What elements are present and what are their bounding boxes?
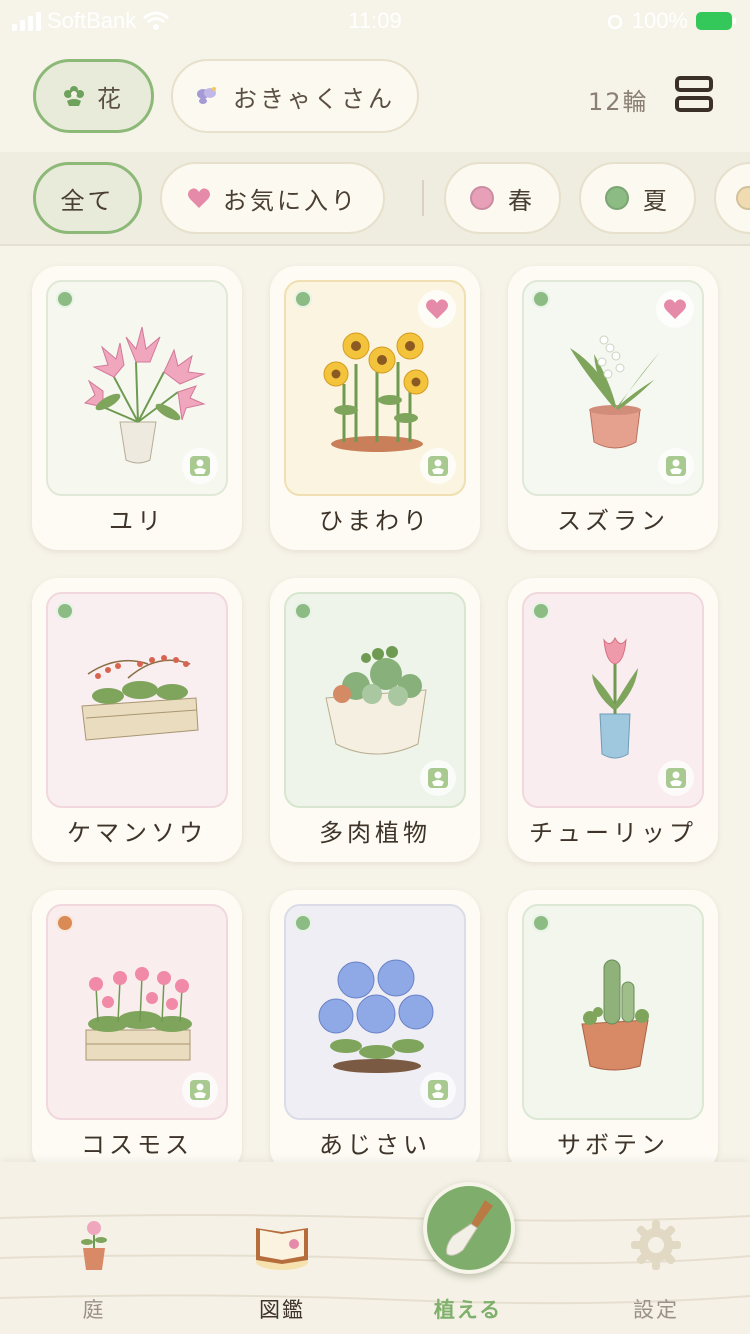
category-guest-button[interactable]: おきゃくさん xyxy=(171,59,419,133)
autumn-dot-icon xyxy=(735,186,750,210)
plant-name: サボテン xyxy=(557,1131,669,1159)
status-dot xyxy=(294,914,312,932)
cactus-illustration xyxy=(581,959,649,1071)
status-dot xyxy=(56,602,74,620)
plant-name: コスモス xyxy=(81,1131,193,1159)
tab-encyclopedia[interactable]: 図鑑 xyxy=(222,1212,342,1322)
plant-image xyxy=(522,904,704,1120)
tab-encyclopedia-label: 図鑑 xyxy=(259,1298,305,1322)
plant-fab-button[interactable] xyxy=(423,1182,515,1274)
plant-status-icon xyxy=(658,448,694,484)
plant-name: ユリ xyxy=(109,507,165,535)
status-dot xyxy=(532,602,550,620)
layout-icon xyxy=(675,76,713,92)
status-dot xyxy=(532,914,550,932)
status-dot xyxy=(56,914,74,932)
layout-toggle-button[interactable] xyxy=(672,76,716,116)
status-dot xyxy=(56,290,74,308)
status-bar: SoftBank 11:09 100% xyxy=(0,0,750,40)
filter-more-chip[interactable] xyxy=(714,162,750,234)
spring-dot-icon xyxy=(470,186,494,210)
heart-icon xyxy=(188,188,210,208)
plant-name: ケマンソウ xyxy=(67,819,207,847)
plant-grid: ユリ ひまわり スズラン ケマンソウ 多肉植物 チューリップ コスモス あじさい… xyxy=(0,246,750,1162)
summer-dot-icon xyxy=(605,186,629,210)
header: 花 おきゃくさん 12輪 xyxy=(0,40,750,152)
tab-bar: 庭 図鑑 植える 設定 xyxy=(0,1162,750,1334)
filter-bar: 全て お気に入り 春 夏 xyxy=(0,152,750,246)
plant-card[interactable]: 多肉植物 xyxy=(270,578,480,862)
plant-card[interactable]: ケマンソウ xyxy=(32,578,242,862)
plant-name: チューリップ xyxy=(529,819,697,847)
battery-icon xyxy=(696,12,736,30)
category-flower-button[interactable]: 花 xyxy=(33,59,154,133)
filter-all-label: 全て xyxy=(60,186,115,215)
tab-settings[interactable]: 設定 xyxy=(596,1212,716,1322)
category-guest-label: おきゃくさん xyxy=(233,84,395,113)
trowel-icon xyxy=(446,1200,493,1256)
bleeding-heart-illustration xyxy=(81,655,199,741)
battery-group: 100% xyxy=(606,8,736,34)
plant-card[interactable]: コスモス xyxy=(32,890,242,1162)
flower-count: 12輪 xyxy=(588,88,649,116)
tab-garden-label: 庭 xyxy=(82,1298,106,1322)
favorite-heart-icon[interactable] xyxy=(418,290,456,328)
plant-image xyxy=(46,592,228,808)
plant-status-icon xyxy=(182,1072,218,1108)
status-dot xyxy=(532,290,550,308)
filter-summer-chip[interactable]: 夏 xyxy=(579,162,696,234)
battery-percent: 100% xyxy=(631,8,688,33)
tab-plant-label: 植える xyxy=(433,1298,503,1322)
alarm-icon xyxy=(607,14,622,30)
flower-icon xyxy=(64,86,84,106)
plant-card[interactable]: ひまわり xyxy=(270,266,480,550)
plant-card[interactable]: ユリ xyxy=(32,266,242,550)
tab-settings-label: 設定 xyxy=(633,1298,679,1322)
plant-name: ひまわり xyxy=(319,507,431,535)
book-icon xyxy=(256,1228,308,1270)
plant-status-icon xyxy=(420,760,456,796)
gear-icon xyxy=(631,1220,681,1270)
filter-spring-label: 春 xyxy=(508,186,535,215)
plant-status-icon xyxy=(420,1072,456,1108)
garden-pot-icon xyxy=(81,1221,107,1270)
plant-card[interactable]: スズラン xyxy=(508,266,718,550)
favorite-heart-icon[interactable] xyxy=(656,290,694,328)
filter-summer-label: 夏 xyxy=(643,186,670,215)
filter-divider xyxy=(422,180,424,216)
status-dot xyxy=(294,602,312,620)
plant-name: 多肉植物 xyxy=(319,819,431,847)
tab-garden[interactable]: 庭 xyxy=(34,1212,154,1322)
category-flower-label: 花 xyxy=(97,84,124,113)
filter-favorites-label: お気に入り xyxy=(223,186,358,215)
plant-card[interactable]: あじさい xyxy=(270,890,480,1162)
plant-status-icon xyxy=(182,448,218,484)
plant-name: スズラン xyxy=(557,507,669,535)
plant-status-icon xyxy=(658,760,694,796)
plant-name: あじさい xyxy=(319,1131,431,1159)
filter-all-chip[interactable]: 全て xyxy=(33,162,142,234)
filter-favorites-chip[interactable]: お気に入り xyxy=(160,162,385,234)
butterfly-icon xyxy=(197,87,216,104)
plant-card[interactable]: サボテン xyxy=(508,890,718,1162)
plant-status-icon xyxy=(420,448,456,484)
plant-card[interactable]: チューリップ xyxy=(508,578,718,862)
status-dot xyxy=(294,290,312,308)
filter-spring-chip[interactable]: 春 xyxy=(444,162,561,234)
